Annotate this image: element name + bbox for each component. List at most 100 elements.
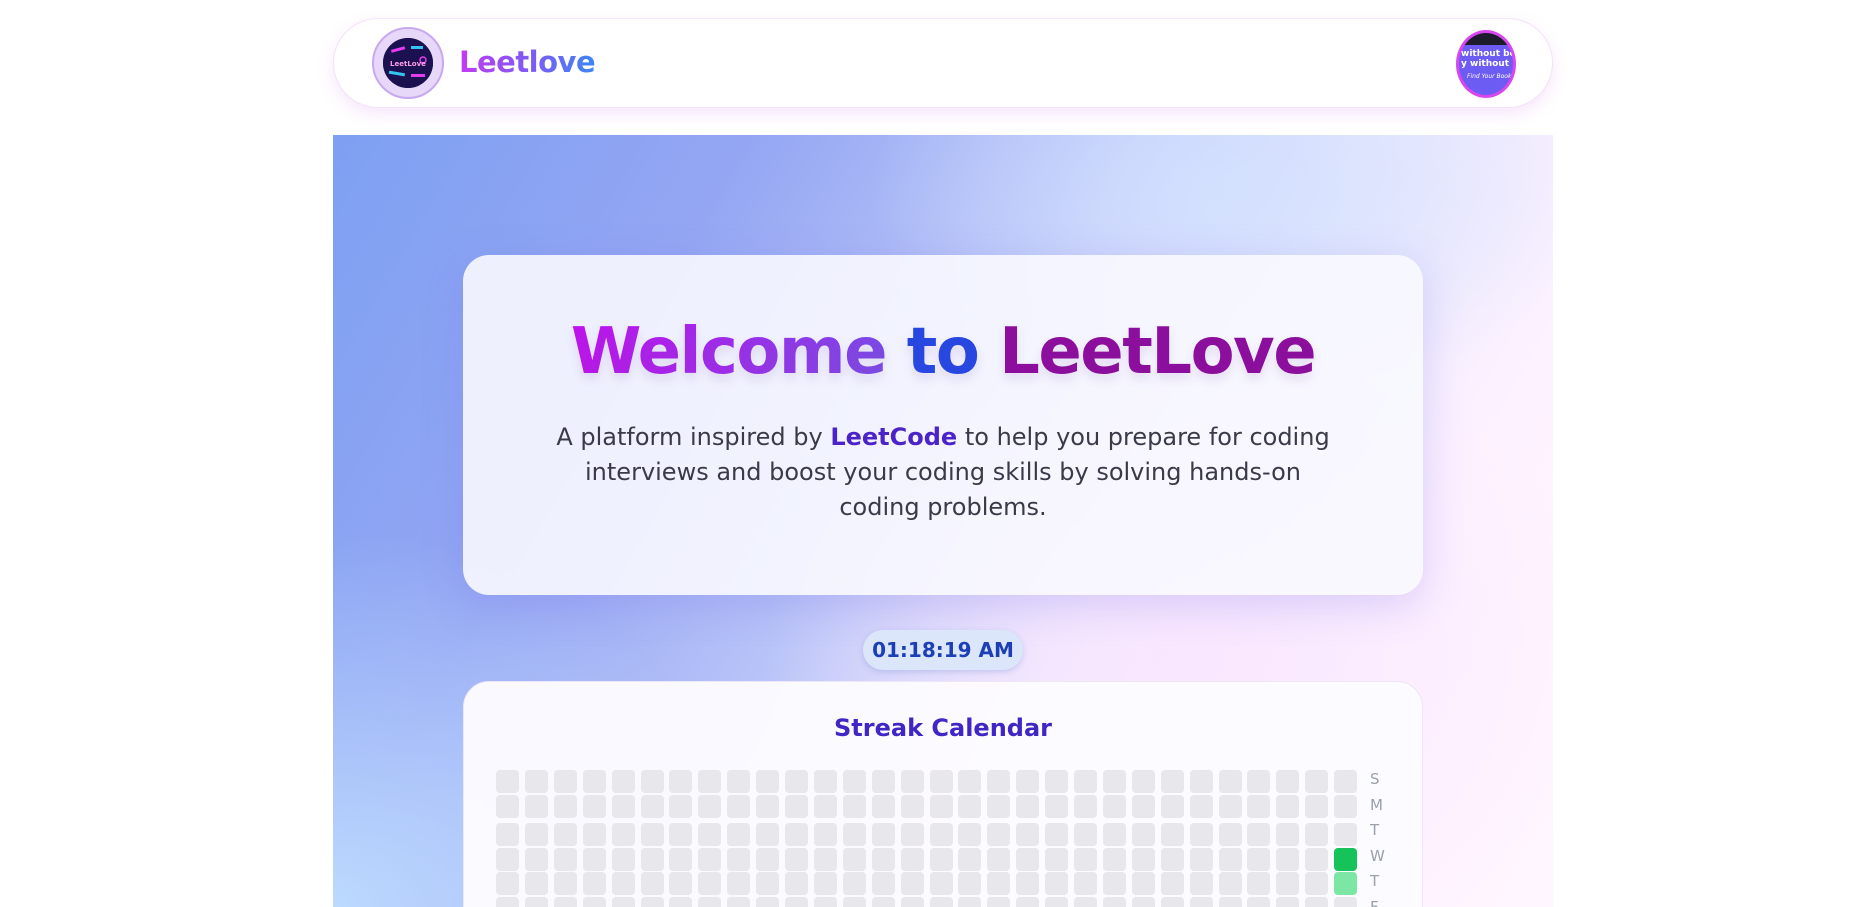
streak-day-cell[interactable]	[756, 823, 780, 846]
streak-day-cell[interactable]	[871, 823, 895, 846]
streak-day-cell[interactable]	[1334, 794, 1358, 818]
streak-day-cell[interactable]	[958, 770, 982, 793]
streak-day-cell[interactable]	[1218, 794, 1242, 818]
streak-day-cell[interactable]	[698, 896, 722, 907]
streak-day-cell[interactable]	[1276, 770, 1300, 793]
streak-day-cell[interactable]	[785, 770, 808, 793]
streak-day-cell[interactable]	[871, 794, 895, 818]
streak-day-cell[interactable]	[1160, 872, 1184, 895]
streak-day-cell[interactable]	[1045, 794, 1069, 818]
streak-day-cell[interactable]	[1189, 847, 1213, 871]
streak-day-cell[interactable]	[929, 896, 953, 907]
streak-day-cell[interactable]	[1160, 770, 1184, 793]
streak-day-cell[interactable]	[1334, 896, 1358, 907]
streak-day-cell[interactable]	[1074, 823, 1097, 846]
streak-day-cell[interactable]	[611, 770, 635, 793]
streak-day-cell[interactable]	[698, 770, 722, 793]
streak-day-cell[interactable]	[1016, 794, 1040, 818]
streak-day-cell[interactable]	[929, 794, 953, 818]
streak-day-cell[interactable]	[1045, 847, 1069, 871]
streak-day-cell[interactable]	[871, 847, 895, 871]
streak-day-cell[interactable]	[1189, 794, 1213, 818]
streak-day-cell[interactable]	[987, 794, 1011, 818]
streak-day-cell[interactable]	[1074, 847, 1097, 871]
streak-day-cell[interactable]	[553, 872, 577, 895]
streak-day-cell[interactable]	[987, 770, 1011, 793]
streak-day-cell[interactable]	[929, 847, 953, 871]
streak-day-cell[interactable]	[553, 823, 577, 846]
streak-day-cell[interactable]	[1045, 872, 1069, 895]
streak-day-cell[interactable]	[900, 872, 924, 895]
streak-day-cell[interactable]	[727, 872, 751, 895]
streak-day-cell[interactable]	[987, 823, 1011, 846]
streak-day-cell[interactable]	[727, 770, 751, 793]
streak-day-cell[interactable]	[669, 847, 693, 871]
streak-day-cell[interactable]	[553, 847, 577, 871]
streak-day-cell[interactable]	[1131, 872, 1155, 895]
streak-day-cell[interactable]	[1131, 847, 1155, 871]
streak-day-cell[interactable]	[1305, 847, 1329, 871]
streak-day-cell[interactable]	[640, 847, 664, 871]
streak-day-cell[interactable]	[496, 872, 519, 895]
streak-day-cell[interactable]	[1102, 794, 1126, 818]
streak-day-cell[interactable]	[1160, 847, 1184, 871]
streak-day-cell[interactable]	[1276, 823, 1300, 846]
streak-day-cell[interactable]	[785, 823, 808, 846]
streak-day-cell[interactable]	[813, 896, 837, 907]
streak-day-cell[interactable]	[958, 794, 982, 818]
streak-day-cell[interactable]	[553, 794, 577, 818]
streak-day-cell[interactable]	[785, 896, 808, 907]
streak-day-cell[interactable]	[582, 872, 606, 895]
logo[interactable]: LeetLove	[372, 27, 444, 99]
streak-day-cell[interactable]	[1074, 770, 1097, 793]
streak-day-cell[interactable]	[1334, 872, 1358, 895]
streak-day-cell[interactable]	[1131, 794, 1155, 818]
streak-day-cell[interactable]	[1334, 823, 1358, 846]
streak-day-cell[interactable]	[842, 872, 866, 895]
streak-day-cell[interactable]	[582, 794, 606, 818]
streak-day-cell[interactable]	[1305, 794, 1329, 818]
streak-day-cell[interactable]	[987, 872, 1011, 895]
streak-day-cell[interactable]	[496, 794, 519, 818]
streak-day-cell[interactable]	[1276, 896, 1300, 907]
streak-day-cell[interactable]	[496, 770, 519, 793]
streak-day-cell[interactable]	[756, 872, 780, 895]
streak-day-cell[interactable]	[698, 794, 722, 818]
streak-day-cell[interactable]	[1247, 872, 1271, 895]
streak-day-cell[interactable]	[900, 794, 924, 818]
streak-day-cell[interactable]	[813, 770, 837, 793]
streak-day-cell[interactable]	[524, 823, 548, 846]
streak-day-cell[interactable]	[1189, 770, 1213, 793]
streak-day-cell[interactable]	[756, 794, 780, 818]
streak-day-cell[interactable]	[842, 847, 866, 871]
streak-day-cell[interactable]	[871, 770, 895, 793]
streak-day-cell[interactable]	[1074, 794, 1097, 818]
streak-day-cell[interactable]	[698, 872, 722, 895]
streak-day-cell[interactable]	[813, 847, 837, 871]
streak-day-cell[interactable]	[496, 823, 519, 846]
streak-day-cell[interactable]	[1016, 847, 1040, 871]
streak-day-cell[interactable]	[669, 770, 693, 793]
streak-day-cell[interactable]	[900, 823, 924, 846]
streak-day-cell[interactable]	[727, 823, 751, 846]
streak-day-cell[interactable]	[582, 847, 606, 871]
streak-day-cell[interactable]	[1247, 794, 1271, 818]
streak-day-cell[interactable]	[842, 823, 866, 846]
brand-name[interactable]: Leetlove	[459, 45, 596, 80]
leetcode-link[interactable]: LeetCode	[830, 423, 957, 451]
streak-day-cell[interactable]	[582, 770, 606, 793]
streak-day-cell[interactable]	[1276, 872, 1300, 895]
streak-day-cell[interactable]	[900, 847, 924, 871]
streak-day-cell[interactable]	[611, 872, 635, 895]
streak-day-cell[interactable]	[1218, 770, 1242, 793]
streak-day-cell[interactable]	[929, 872, 953, 895]
streak-day-cell[interactable]	[1016, 823, 1040, 846]
streak-day-cell[interactable]	[813, 794, 837, 818]
streak-day-cell[interactable]	[1102, 823, 1126, 846]
streak-day-cell[interactable]	[1045, 823, 1069, 846]
streak-day-cell[interactable]	[842, 794, 866, 818]
streak-day-cell[interactable]	[1045, 896, 1069, 907]
streak-day-cell[interactable]	[727, 794, 751, 818]
streak-day-cell[interactable]	[698, 847, 722, 871]
profile-avatar[interactable]: without bo y without : Find Your Book	[1456, 30, 1516, 98]
